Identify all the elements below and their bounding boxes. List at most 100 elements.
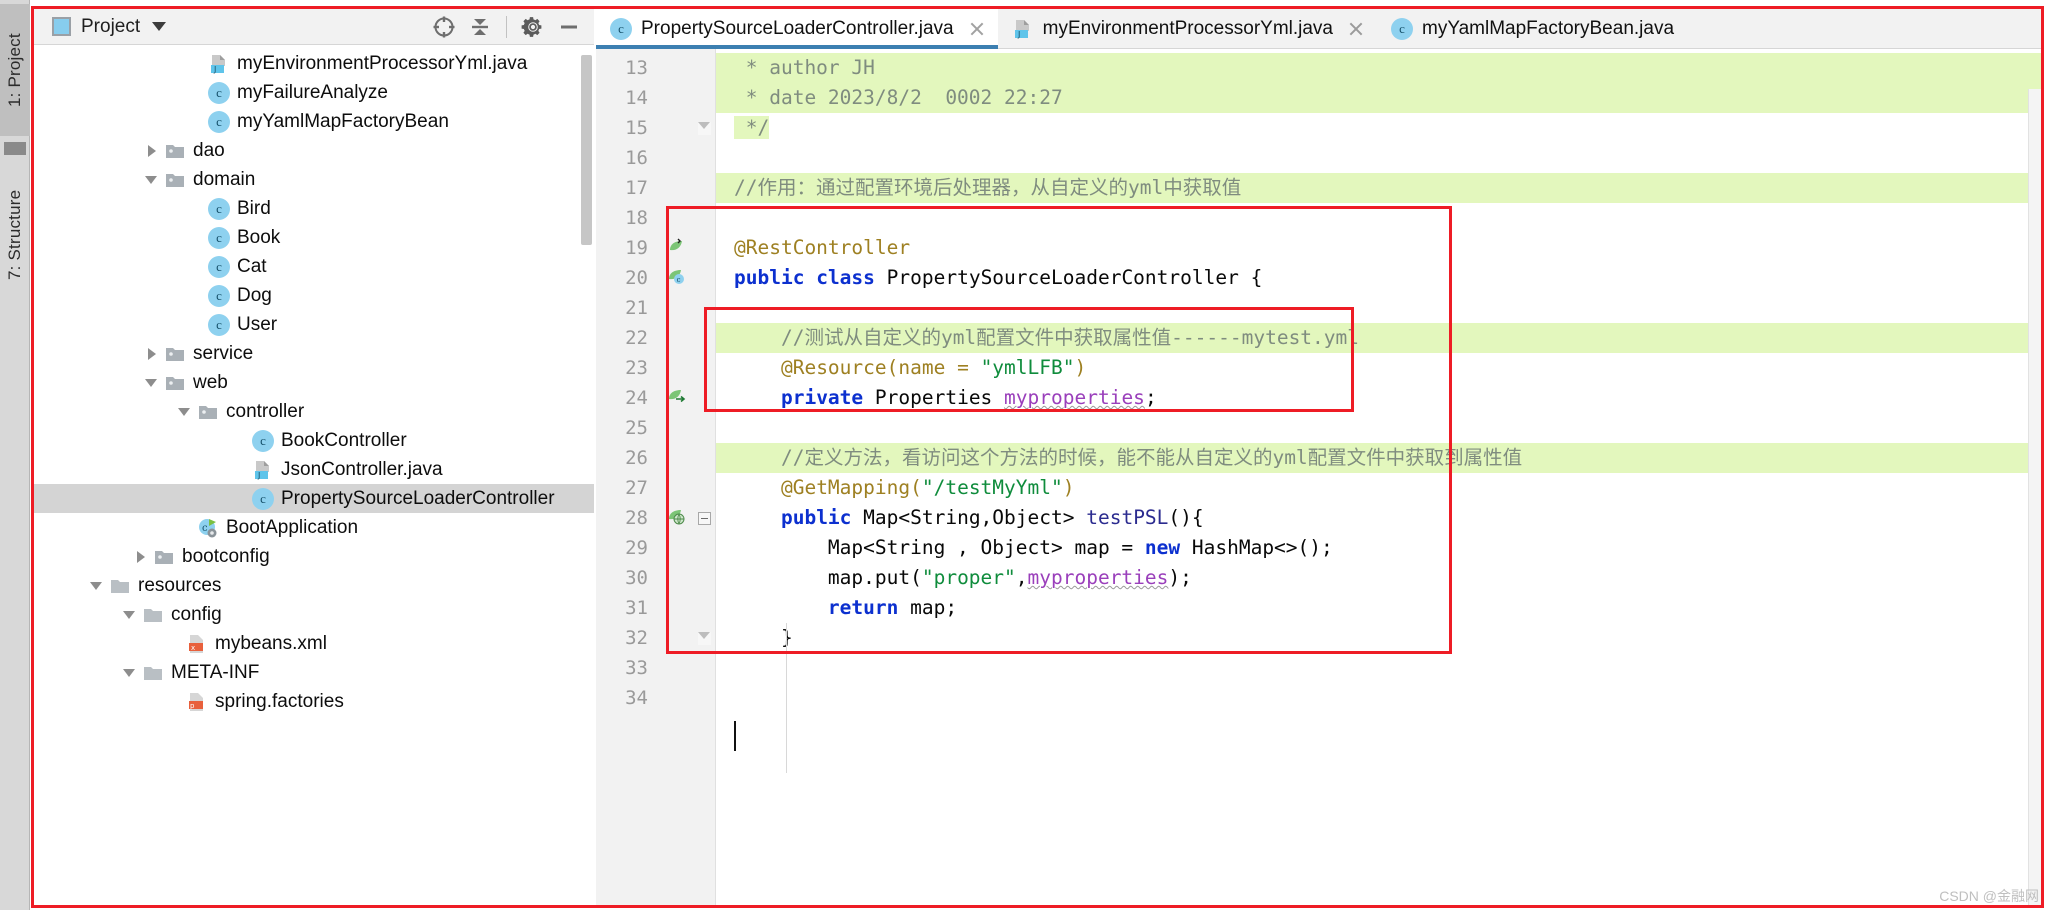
chevron-down-icon[interactable] (144, 375, 160, 391)
code-line[interactable]: @GetMapping("/testMyYml") (716, 473, 2044, 503)
code-line[interactable]: //定义方法，看访问这个方法的时候，能不能从自定义的yml配置文件中获取到属性值 (716, 443, 2044, 473)
code-editor[interactable]: 13 14 15 16 17 18 19 20 21 22 23 24 25 26 27 28 29 30 31 32… (596, 49, 2044, 907)
tree-arrow-spacer (166, 636, 182, 652)
tool-tab-project[interactable]: 1: Project (0, 4, 30, 136)
chevron-down-icon[interactable] (177, 404, 193, 420)
fold-row (694, 533, 715, 563)
properties-file-icon: p (186, 691, 208, 713)
editor-tab[interactable]: c PropertySourceLoaderController.java (596, 9, 998, 49)
fold-end-icon[interactable] (698, 631, 711, 645)
tree-row[interactable]: c Bird (34, 194, 594, 223)
tree-row[interactable]: bootconfig (34, 542, 594, 571)
tree-item-label: BookController (281, 430, 407, 451)
hide-panel-button[interactable] (552, 12, 586, 42)
tree-row[interactable]: c Dog (34, 281, 594, 310)
code-line[interactable]: public Map<String,Object> testPSL(){ (716, 503, 2044, 533)
tree-arrow-spacer (188, 259, 204, 275)
code-line[interactable]: public class PropertySourceLoaderControl… (716, 263, 2044, 293)
tree-row[interactable]: domain (34, 165, 594, 194)
gutter-marker-row (658, 533, 694, 563)
locate-file-button[interactable] (427, 12, 461, 42)
editor-tab[interactable]: c myYamlMapFactoryBean.java (1377, 9, 1687, 48)
close-icon[interactable] (968, 20, 986, 38)
tree-row[interactable]: x mybeans.xml (34, 629, 594, 658)
code-line[interactable]: Map<String , Object> map = new HashMap<>… (716, 533, 2044, 563)
line-number-gutter: 13 14 15 16 17 18 19 20 21 22 23 24 25 26 27 28 29 30 31 32… (596, 49, 658, 907)
code-line[interactable]: //作用：通过配置环境后处理器，从自定义的yml中获取值 (716, 173, 2044, 203)
gutter-marker-column[interactable]: c (658, 49, 694, 907)
code-line[interactable]: @RestController (716, 233, 2044, 263)
code-line[interactable]: map.put("proper",myproperties); (716, 563, 2044, 593)
tree-row[interactable]: dao (34, 136, 594, 165)
bean-class-icon[interactable]: c (666, 266, 686, 291)
editor-tab[interactable]: JmyEnvironmentProcessorYml.java (997, 9, 1377, 48)
fold-row (694, 503, 715, 533)
tree-item-label: Book (237, 227, 281, 248)
tree-item-label: resources (138, 575, 222, 596)
chevron-down-icon[interactable] (89, 578, 105, 594)
tree-row[interactable]: controller (34, 397, 594, 426)
gutter-marker-row (658, 143, 694, 173)
bean-icon[interactable] (666, 236, 686, 261)
code-line[interactable] (716, 293, 2044, 323)
url-mapping-icon[interactable] (666, 506, 686, 531)
tree-row[interactable]: J JsonController.java (34, 455, 594, 484)
project-tree-scrollbar[interactable] (581, 55, 592, 245)
fold-collapse-icon[interactable] (698, 511, 711, 525)
code-line[interactable]: * author JH (716, 53, 2044, 83)
tree-row[interactable]: service (34, 339, 594, 368)
code-line[interactable]: @Resource(name = "ymlLFB") (716, 353, 2044, 383)
code-line[interactable] (716, 143, 2044, 173)
tree-row[interactable]: META-INF (34, 658, 594, 687)
tree-row[interactable]: c BookController (34, 426, 594, 455)
code-line[interactable]: private Properties myproperties; (716, 383, 2044, 413)
chevron-right-icon[interactable] (144, 143, 160, 159)
autowired-icon[interactable] (666, 386, 686, 411)
close-icon[interactable] (1347, 20, 1365, 38)
tree-row[interactable]: p spring.factories (34, 687, 594, 716)
tree-row[interactable]: c myYamlMapFactoryBean (34, 107, 594, 136)
chevron-right-icon[interactable] (133, 549, 149, 565)
code-line[interactable] (716, 203, 2044, 233)
tree-row[interactable]: config (34, 600, 594, 629)
java-file-icon: J (1012, 18, 1034, 40)
code-line[interactable] (716, 413, 2044, 443)
tool-tab-structure[interactable]: 7: Structure (0, 160, 30, 310)
tree-row[interactable]: c myFailureAnalyze (34, 78, 594, 107)
chevron-down-icon[interactable] (122, 665, 138, 681)
error-stripe-scrollbar[interactable] (2028, 89, 2044, 907)
code-line[interactable]: //测试从自定义的yml配置文件中获取属性值------mytest.yml (716, 323, 2044, 353)
code-text-area[interactable]: * author JH * date 2023/8/2 0002 22:27 *… (716, 49, 2044, 907)
code-line[interactable]: return map; (716, 593, 2044, 623)
chevron-down-icon[interactable] (152, 22, 167, 31)
chevron-down-icon[interactable] (122, 607, 138, 623)
tree-row[interactable]: c BootApplication (34, 513, 594, 542)
project-tree[interactable]: JmyEnvironmentProcessorYml.java c myFailur… (34, 45, 594, 907)
crosshair-icon (433, 16, 455, 37)
fold-end-icon[interactable] (698, 121, 711, 135)
tree-row[interactable]: c PropertySourceLoaderController (34, 484, 594, 513)
tree-item-label: domain (193, 169, 256, 190)
ide-window: 1: Project 7: Structure Project J myEnvi… (0, 0, 2047, 910)
tree-row[interactable]: JmyEnvironmentProcessorYml.java (34, 49, 594, 78)
editor-tab-bar: c PropertySourceLoaderController.java JmyE… (596, 9, 2044, 49)
tree-row[interactable]: web (34, 368, 594, 397)
tree-row[interactable]: resources (34, 571, 594, 600)
tree-row[interactable]: c User (34, 310, 594, 339)
code-line[interactable]: * date 2023/8/2 0002 22:27 (716, 83, 2044, 113)
code-line[interactable] (716, 683, 2044, 713)
tree-row[interactable]: c Book (34, 223, 594, 252)
chevron-right-icon[interactable] (144, 346, 160, 362)
chevron-down-icon[interactable] (144, 172, 160, 188)
code-folding-column[interactable] (694, 49, 716, 907)
code-line[interactable]: */ (716, 113, 2044, 143)
tree-row[interactable]: c Cat (34, 252, 594, 281)
line-number: 19 (625, 237, 648, 259)
class-icon: c (252, 429, 274, 452)
settings-button[interactable] (516, 12, 550, 42)
line-number: 13 (625, 57, 648, 79)
collapse-all-button[interactable] (463, 12, 497, 42)
project-tool-window: Project J myEnvironmentProcessorYml.java… (34, 9, 594, 907)
code-line[interactable]: } (716, 623, 2044, 653)
code-line[interactable] (716, 653, 2044, 683)
